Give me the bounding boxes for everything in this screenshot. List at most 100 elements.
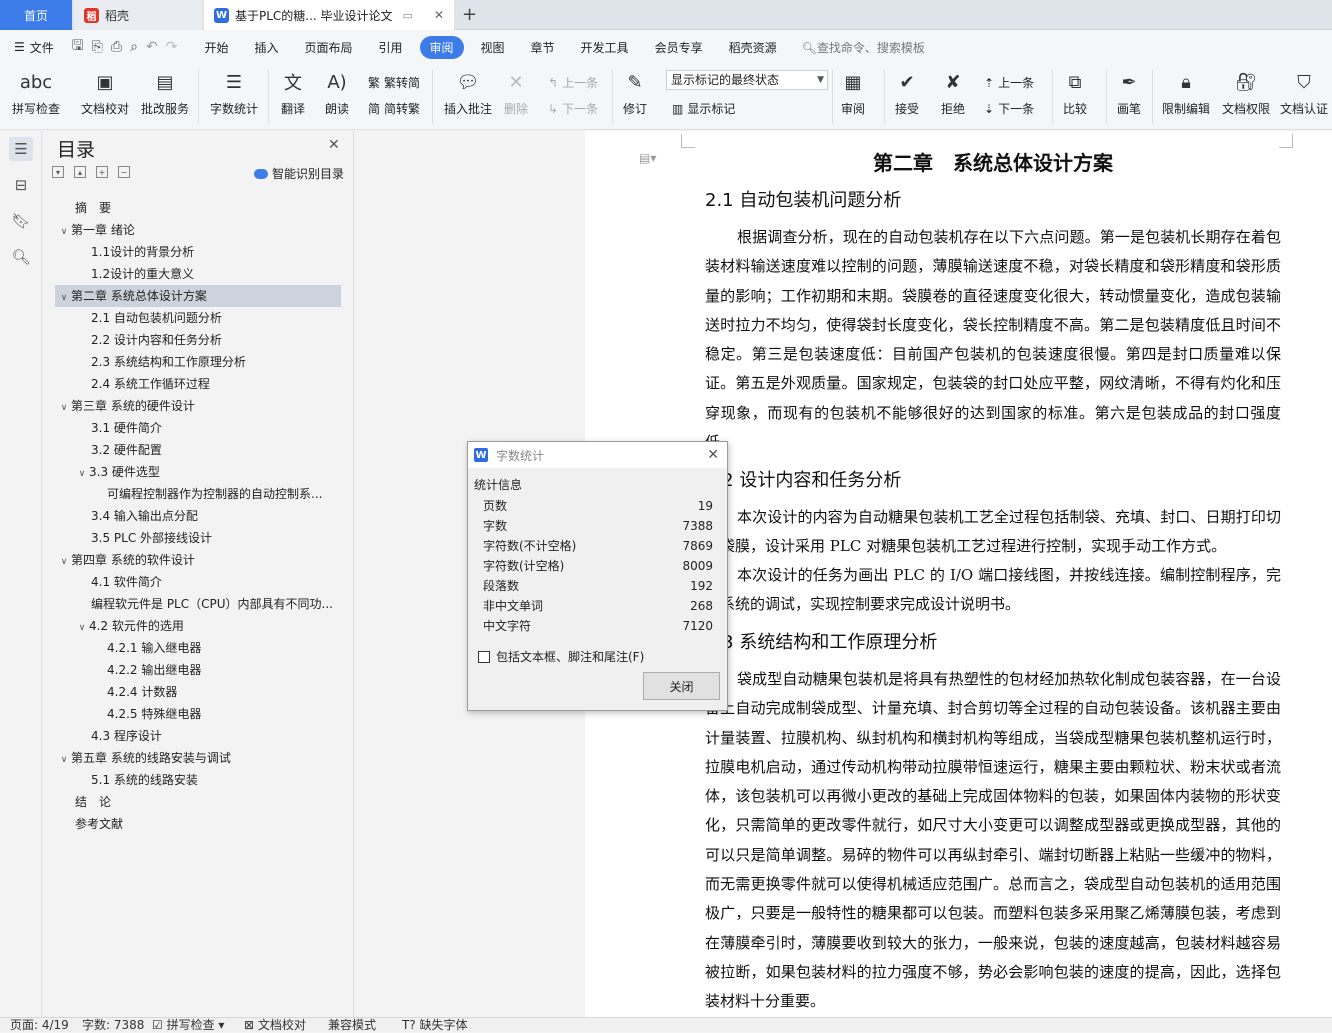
prev-comment-button[interactable]: ↰ 上一条 xyxy=(548,74,598,91)
prev-change-button[interactable]: ⇡ 上一条 xyxy=(984,74,1034,91)
close-tab-icon[interactable]: ✕ xyxy=(434,8,444,22)
translate-button[interactable]: 文翻译 xyxy=(280,68,306,117)
paragraph-menu-icon[interactable]: ▤▾ xyxy=(639,151,656,165)
chevron-down-icon[interactable]: ∨ xyxy=(75,463,89,483)
proofread-status[interactable]: ⊠ 文档校对 xyxy=(244,1018,306,1033)
toc-item[interactable]: ∨ 3.3 硬件选型 xyxy=(55,461,341,483)
menu-developer[interactable]: 开发工具 xyxy=(581,37,629,58)
close-dialog-button[interactable]: 关闭 xyxy=(643,672,720,700)
menu-insert[interactable]: 插入 xyxy=(254,37,278,58)
toc-item[interactable]: 摘 要 xyxy=(55,197,341,219)
word-count-button[interactable]: ☰ 字数统计 xyxy=(210,68,258,117)
chevron-down-icon[interactable]: ∨ xyxy=(57,287,71,307)
toc-item[interactable]: 3.5 PLC 外部接线设计 xyxy=(55,527,341,549)
close-icon[interactable]: ✕ xyxy=(328,137,340,153)
command-search[interactable]: 🔍︎查找命令、搜索模板 xyxy=(802,39,925,56)
next-comment-button[interactable]: ↳ 下一条 xyxy=(548,100,598,117)
menu-review[interactable]: 审阅 xyxy=(419,35,464,59)
toc-item[interactable]: 2.2 设计内容和任务分析 xyxy=(55,329,341,351)
toc-item[interactable]: 3.4 输入输出点分配 xyxy=(55,505,341,527)
preview-icon[interactable]: ⌕ xyxy=(130,39,138,55)
toc-item[interactable]: ∨ 第一章 绪论 xyxy=(55,219,341,241)
spell-check-button[interactable]: abc 拼写检查 xyxy=(12,68,60,117)
collapse-up-icon[interactable]: ▴ xyxy=(74,166,86,178)
toc-item[interactable]: 结 论 xyxy=(55,791,341,813)
include-textbox-checkbox[interactable]: 包括文本框、脚注和尾注(F) xyxy=(478,648,644,665)
toc-item[interactable]: 1.1设计的背景分析 xyxy=(55,241,341,263)
proofread-button[interactable]: ▣ 文档校对 xyxy=(81,68,129,117)
menu-start[interactable]: 开始 xyxy=(204,37,228,58)
chevron-down-icon[interactable]: ∨ xyxy=(57,221,71,241)
spell-check-status[interactable]: ☑ 拼写检查 ▾ xyxy=(152,1018,224,1033)
toc-item[interactable]: 2.4 系统工作循环过程 xyxy=(55,373,341,395)
undo-icon[interactable]: ↶ xyxy=(146,39,158,55)
restrict-edit-button[interactable]: 🔒︎ 限制编辑 xyxy=(1162,68,1210,117)
file-menu[interactable]: ☰ 文件 xyxy=(14,39,54,56)
chevron-down-icon[interactable]: ∨ xyxy=(57,551,71,571)
toc-item[interactable]: 3.2 硬件配置 xyxy=(55,439,341,461)
smart-toc-button[interactable]: 智能识别目录 xyxy=(254,165,344,182)
missing-font-status[interactable]: T? 缺失字体 xyxy=(402,1018,468,1033)
chevron-down-icon[interactable]: ∨ xyxy=(57,397,71,417)
menu-view[interactable]: 视图 xyxy=(481,37,505,58)
tab-home[interactable]: 首页 xyxy=(0,0,72,30)
menu-layout[interactable]: 页面布局 xyxy=(304,37,352,58)
redo-icon[interactable]: ↷ xyxy=(166,39,178,55)
batch-service-button[interactable]: ▤ 批改服务 xyxy=(141,68,189,117)
pen-button[interactable]: ✒ 画笔 xyxy=(1116,68,1142,117)
toc-item[interactable]: ∨ 第五章 系统的线路安装与调试 xyxy=(55,747,341,769)
toc-item[interactable]: 3.1 硬件简介 xyxy=(55,417,341,439)
toc-item[interactable]: 4.3 程序设计 xyxy=(55,725,341,747)
new-tab-icon[interactable]: + xyxy=(462,4,477,25)
insert-comment-button[interactable]: 💬︎ 插入批注 xyxy=(444,68,492,117)
toc-item[interactable]: ∨ 第四章 系统的软件设计 xyxy=(55,549,341,571)
menu-reference[interactable]: 引用 xyxy=(378,37,402,58)
show-markup-button[interactable]: ▥ 显示标记 xyxy=(672,100,735,117)
toc-item[interactable]: 5.1 系统的线路安装 xyxy=(55,769,341,791)
chevron-down-icon[interactable]: ∨ xyxy=(75,617,89,637)
compare-button[interactable]: ⧉ 比较 xyxy=(1062,68,1088,117)
simp-to-trad-button[interactable]: 简简转繁 xyxy=(368,100,420,117)
toc-item[interactable]: ∨ 4.2 软元件的选用 xyxy=(55,615,341,637)
toc-item[interactable]: 可编程控制器作为控制器的自动控制系... xyxy=(55,483,341,505)
toc-item[interactable]: ∨ 第三章 系统的硬件设计 xyxy=(55,395,341,417)
toc-item[interactable]: 4.2.5 特殊继电器 xyxy=(55,703,341,725)
toc-item-selected[interactable]: ∨ 第二章 系统总体设计方案 xyxy=(55,285,341,307)
menu-chapter[interactable]: 章节 xyxy=(531,37,555,58)
toc-item[interactable]: 编程软元件是 PLC（CPU）内部具有不同功... xyxy=(55,593,341,615)
chapter-nav-icon[interactable]: ⊟ xyxy=(9,173,33,197)
toc-item[interactable]: 4.2.1 输入继电器 xyxy=(55,637,341,659)
toc-icon[interactable]: ☰ xyxy=(9,137,33,161)
reject-button[interactable]: ✘ 拒绝 xyxy=(940,68,966,117)
accept-button[interactable]: ✔ 接受 xyxy=(894,68,920,117)
track-changes-button[interactable]: ✎ 修订 xyxy=(622,68,648,117)
save-icon[interactable]: 🖫 xyxy=(72,35,84,59)
toc-item[interactable]: 2.3 系统结构和工作原理分析 xyxy=(55,351,341,373)
menu-resources[interactable]: 稻壳资源 xyxy=(729,37,777,58)
toc-item[interactable]: 参考文献 xyxy=(55,813,341,835)
print-icon[interactable]: ⎙ xyxy=(111,39,122,55)
toc-item[interactable]: 4.1 软件简介 xyxy=(55,571,341,593)
collapse-all-icon[interactable]: − xyxy=(118,166,130,178)
toc-item[interactable]: 2.1 自动包装机问题分析 xyxy=(55,307,341,329)
close-icon[interactable]: ✕ xyxy=(707,447,719,463)
markup-state-select[interactable]: 显示标记的最终状态 ▼ xyxy=(666,70,828,90)
page-indicator[interactable]: 页面: 4/19 xyxy=(10,1018,69,1033)
review-pane-button[interactable]: ▦ 审阅 xyxy=(840,68,866,117)
checkbox-box[interactable] xyxy=(478,650,490,663)
doc-cert-button[interactable]: ⛉ 文档认证 xyxy=(1280,68,1328,117)
dialog-titlebar[interactable]: W 字数统计 ✕ xyxy=(468,442,727,468)
expand-down-icon[interactable]: ▾ xyxy=(52,166,64,178)
expand-all-icon[interactable]: + xyxy=(96,166,108,178)
menu-member[interactable]: 会员专享 xyxy=(655,37,703,58)
toc-item[interactable]: 4.2.4 计数器 xyxy=(55,681,341,703)
chevron-down-icon[interactable]: ∨ xyxy=(57,749,71,769)
toc-item[interactable]: 4.2.2 输出继电器 xyxy=(55,659,341,681)
toc-item[interactable]: 1.2设计的重大意义 xyxy=(55,263,341,285)
next-change-button[interactable]: ⇣ 下一条 xyxy=(984,100,1034,117)
delete-comment-button[interactable]: ✕ 删除 xyxy=(503,68,529,117)
read-aloud-button[interactable]: A) 朗读 xyxy=(324,68,350,117)
word-count-indicator[interactable]: 字数: 7388 xyxy=(82,1018,144,1033)
search-icon[interactable]: 🔍︎ xyxy=(9,245,33,269)
export-icon[interactable]: ⎘ xyxy=(92,39,103,55)
